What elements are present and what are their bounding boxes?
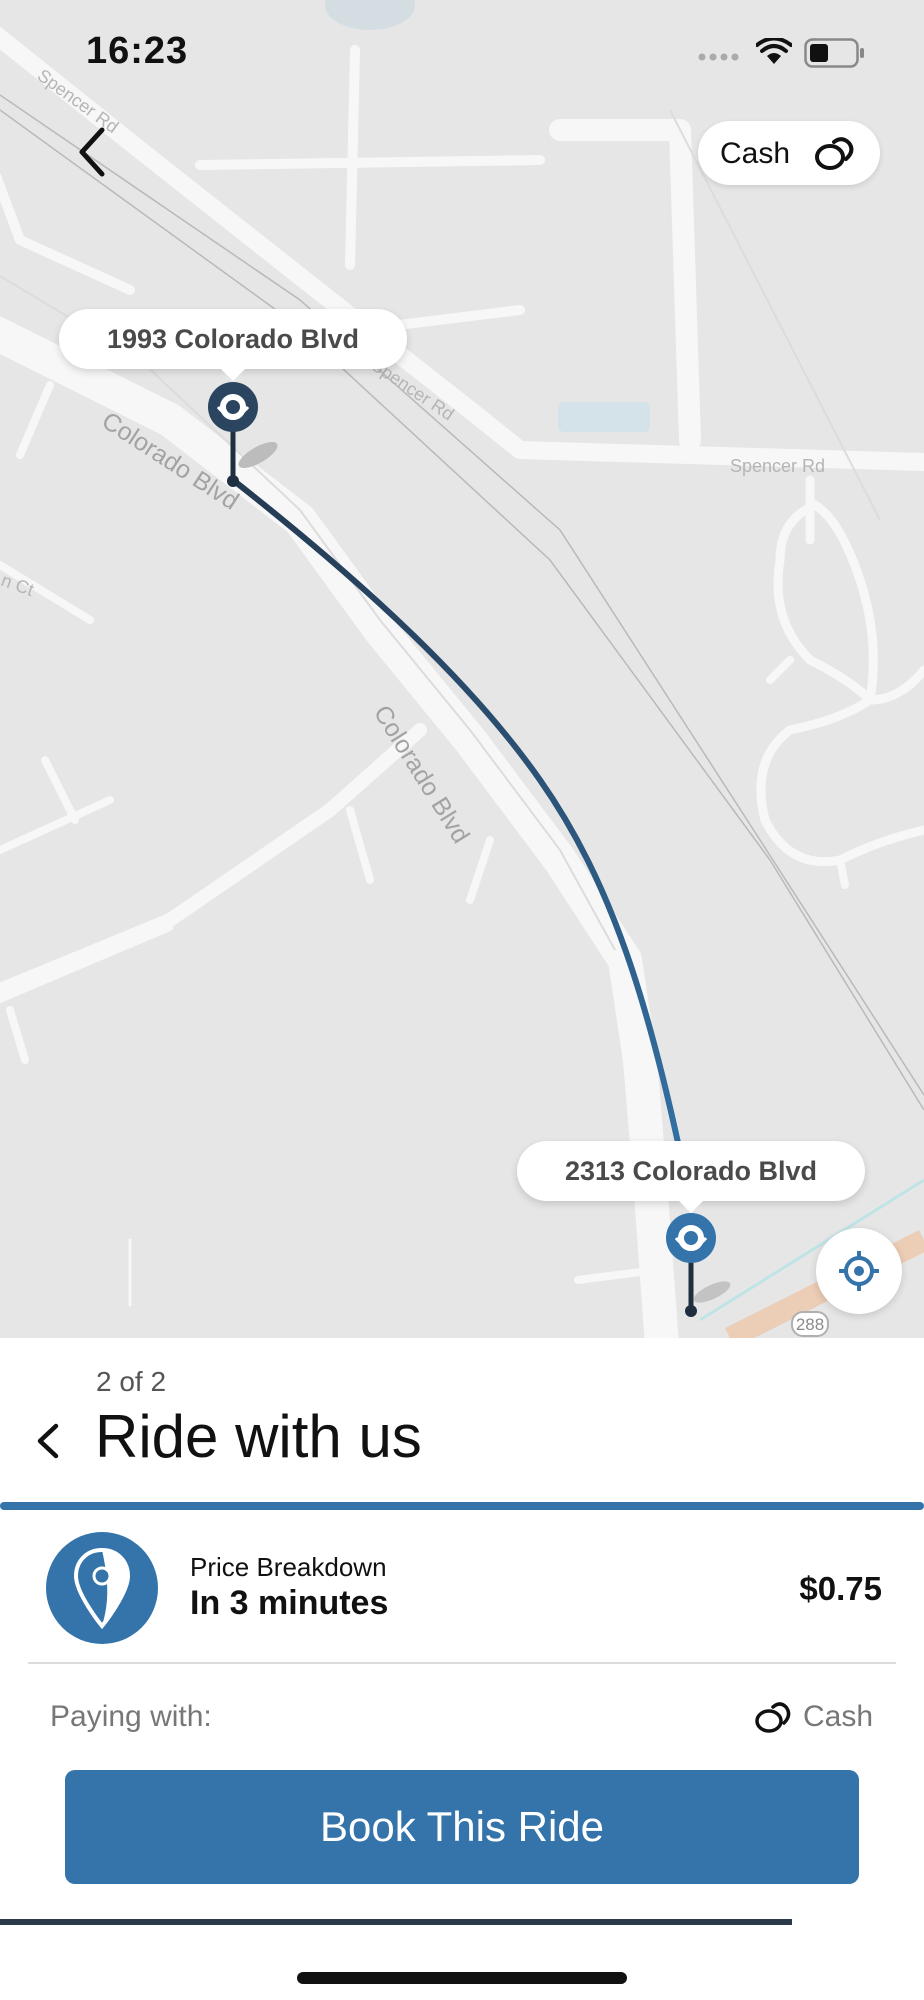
cash-icon (755, 1702, 791, 1733)
home-indicator (297, 1972, 627, 1984)
bottom-divider (0, 1919, 792, 1925)
status-time: 16:23 (86, 30, 189, 72)
wifi-icon (756, 38, 792, 64)
location-pin-icon (73, 1547, 131, 1630)
chevron-left-icon (37, 1423, 59, 1459)
dropoff-marker (666, 1213, 731, 1317)
page-title: Ride with us (95, 1403, 422, 1470)
payment-method-button[interactable]: Cash (698, 121, 880, 185)
progress-bar (0, 1502, 924, 1510)
book-ride-button[interactable]: Book This Ride (65, 1770, 859, 1884)
ride-price: $0.75 (799, 1570, 882, 1607)
map-view[interactable]: Spencer Rd Spencer Rd Spencer Rd n Ct Co… (0, 0, 924, 1338)
divider (28, 1662, 896, 1664)
highway-shield: 288 (796, 1315, 824, 1334)
recenter-button[interactable] (816, 1228, 902, 1314)
street-label: n Ct (0, 570, 36, 600)
dropoff-address: 2313 Colorado Blvd (564, 1156, 818, 1186)
signal-icon (698, 53, 739, 61)
dropoff-callout[interactable]: 2313 Colorado Blvd (517, 1141, 865, 1213)
sheet-back-button[interactable] (30, 1416, 70, 1466)
pickup-address: 1993 Colorado Blvd (106, 324, 360, 354)
paying-with-label: Paying with: (50, 1700, 212, 1733)
price-breakdown-label[interactable]: Price Breakdown (190, 1552, 387, 1583)
status-bar: 16:23 (0, 0, 924, 104)
paying-with-value[interactable]: Cash (803, 1700, 873, 1734)
payment-method-label: Cash (720, 137, 791, 170)
battery-icon (804, 38, 864, 68)
cash-icon (815, 137, 854, 170)
street-label: Spencer Rd (730, 456, 825, 476)
step-indicator: 2 of 2 (96, 1366, 167, 1397)
chevron-left-icon (79, 127, 105, 177)
pickup-callout[interactable]: 1993 Colorado Blvd (59, 309, 407, 381)
crosshair-icon (839, 1251, 879, 1291)
ride-option-icon (46, 1532, 158, 1644)
back-button[interactable] (68, 122, 118, 182)
eta-text: In 3 minutes (190, 1584, 389, 1622)
